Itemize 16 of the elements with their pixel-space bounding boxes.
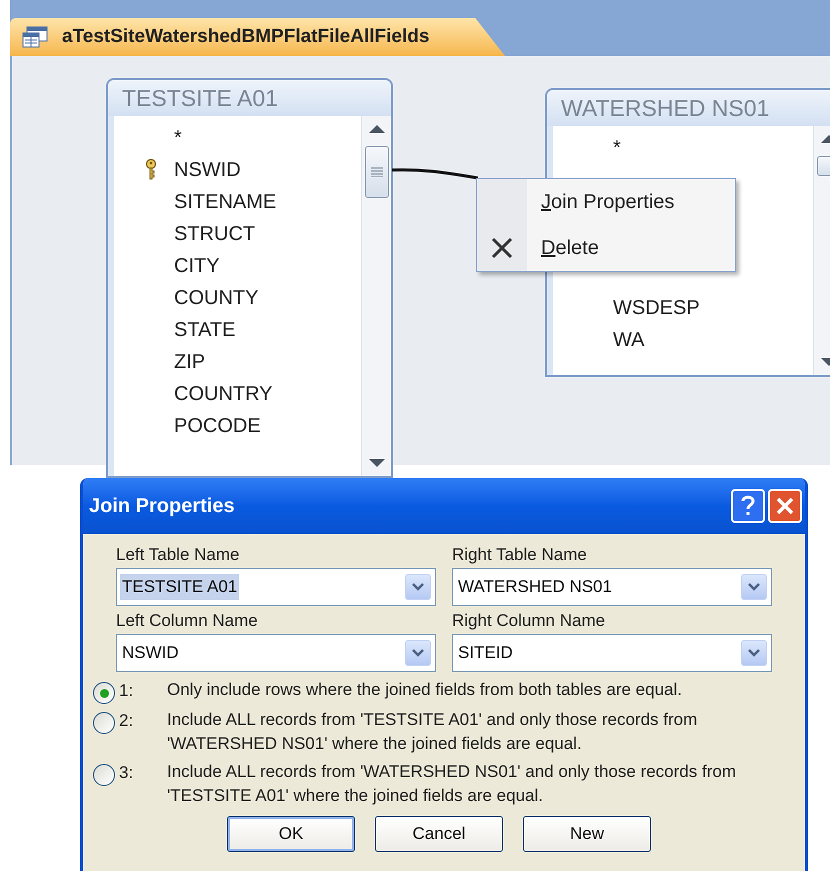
tab-title: aTestSiteWatershedBMPFlatFileAllFields [62,24,430,49]
option-text: Include ALL records from 'WATERSHED NS01' and only those records from 'TESTSITE A01' where the joined fields are equal. [167,761,737,807]
field-label: Left Table Name [116,544,240,566]
field-label: Left Column Name [116,610,259,632]
option-number: 1: [119,680,134,702]
option-number: 2: [119,710,134,732]
field-label: Right Table Name [452,544,588,566]
combo-value: NSWID [121,642,180,664]
option-number: 3: [119,762,134,784]
combo-value: SITEID [457,642,514,664]
option-text: Include ALL records from 'TESTSITE A01' and only those records from 'WATERSHED NS01' where the joined fields are equal. [167,709,698,755]
dialog-title: Join Properties [89,494,235,519]
combo-value: TESTSITE A01 [120,574,240,600]
field-label: Right Column Name [452,610,606,632]
option-text: Only include rows where the joined fields from both tables are equal. [167,679,682,701]
combo-value: WATERSHED NS01 [457,576,613,598]
